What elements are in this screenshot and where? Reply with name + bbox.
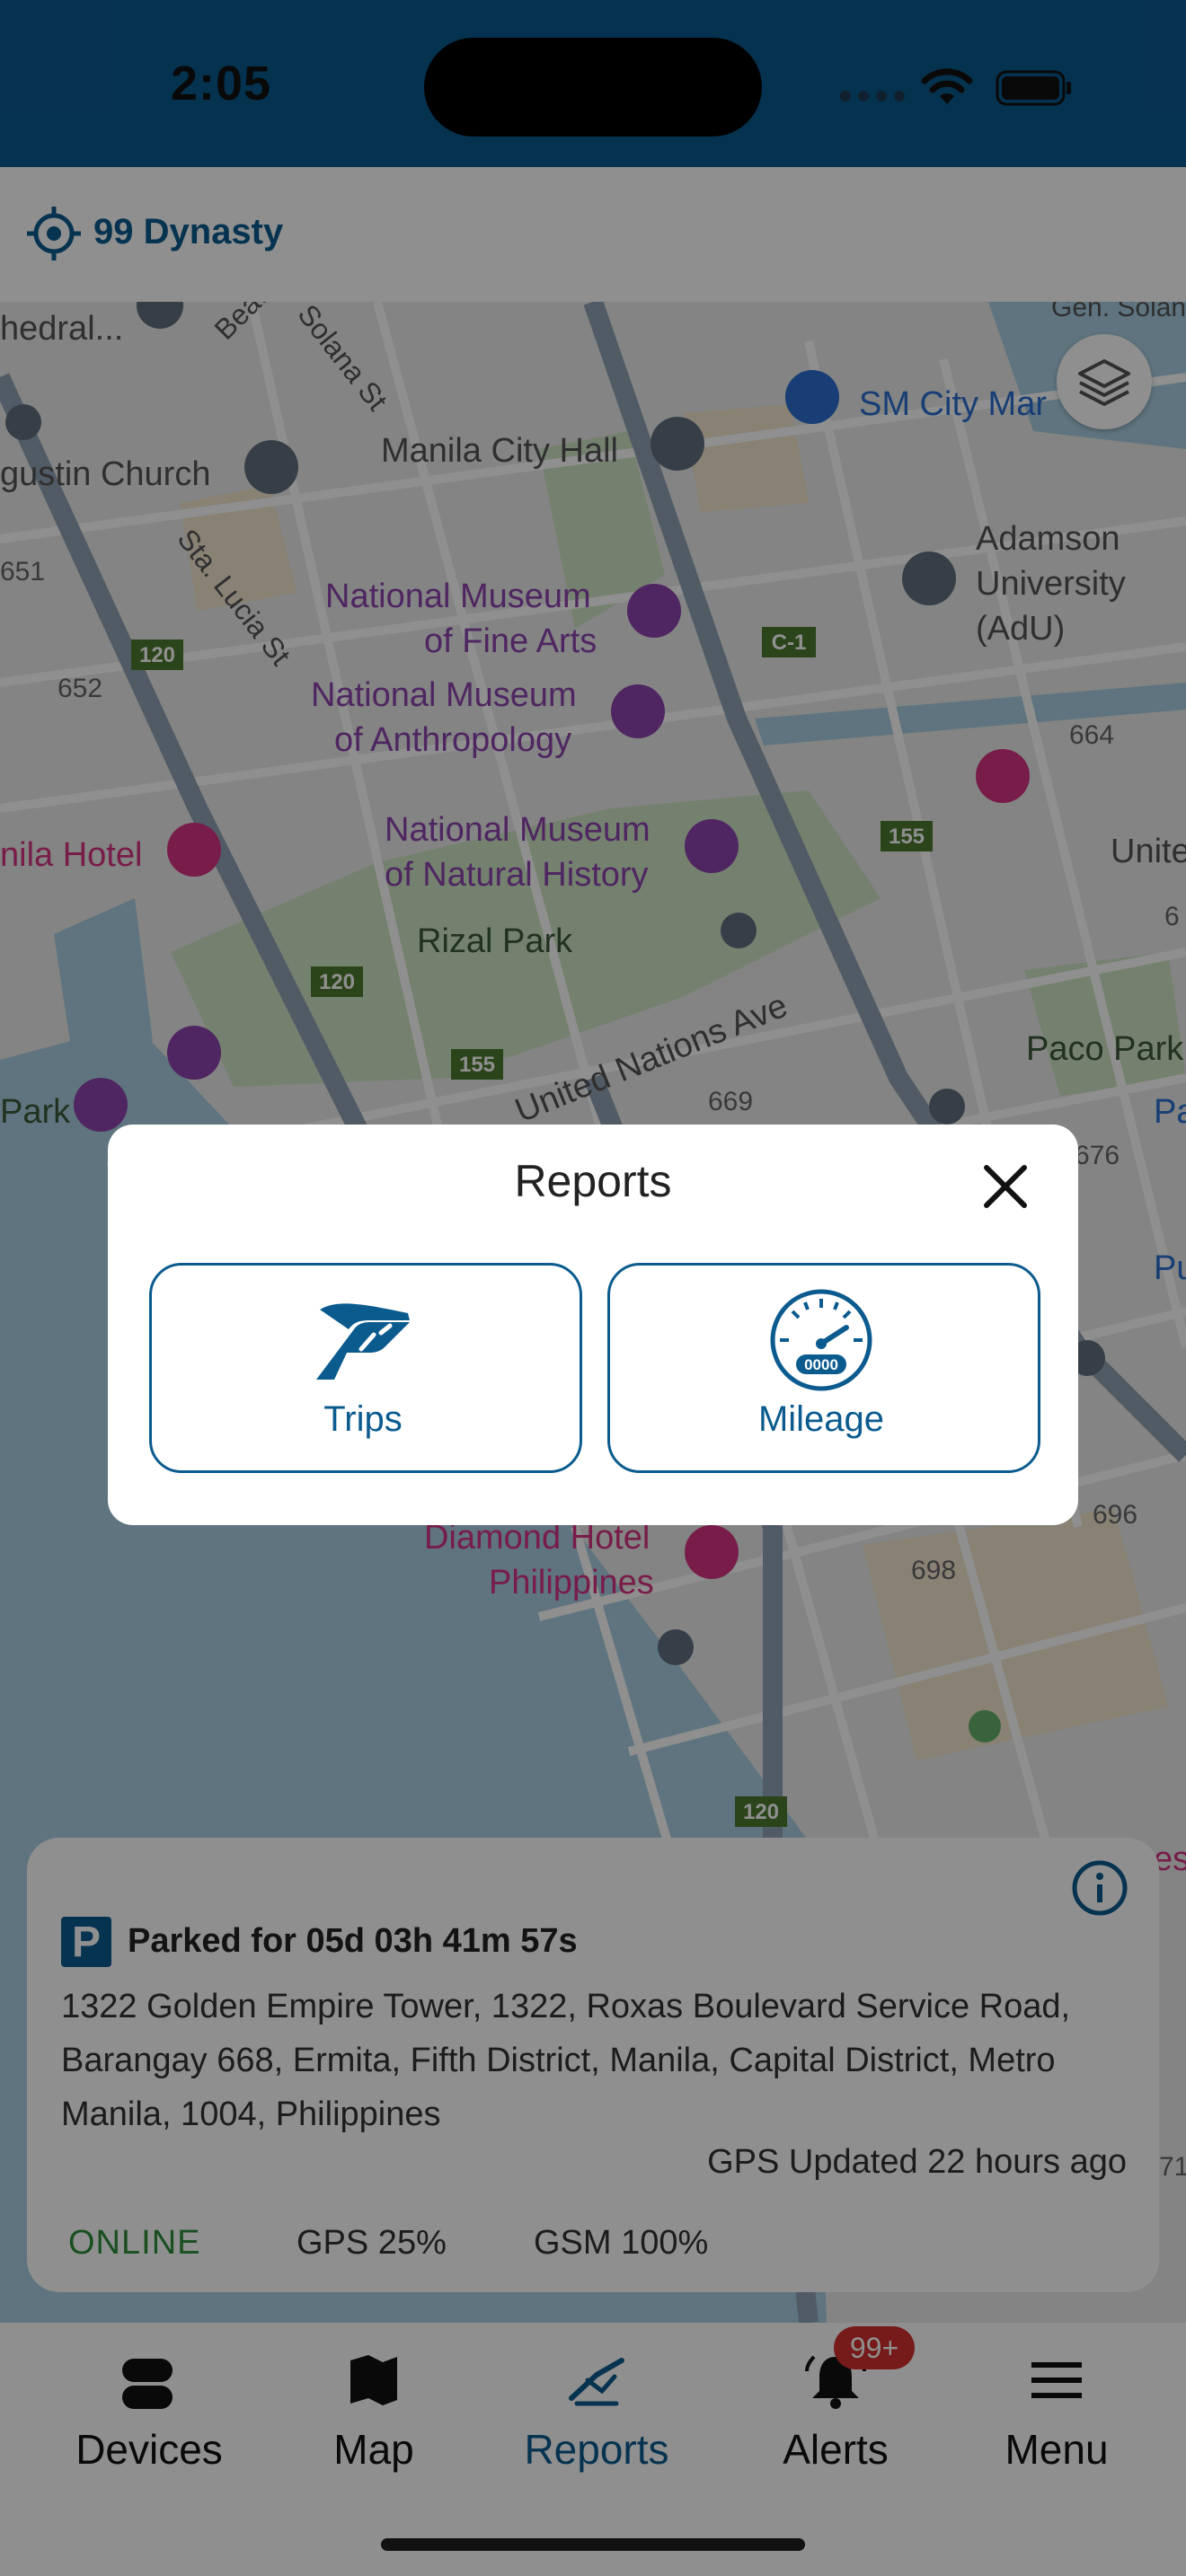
modal-title: Reports: [514, 1156, 672, 1206]
close-icon[interactable]: [979, 1160, 1031, 1213]
speedometer-icon: 0000: [770, 1289, 872, 1391]
trips-label: Trips: [323, 1399, 403, 1439]
odometer-text: 0000: [804, 1356, 838, 1373]
road-icon: [316, 1303, 410, 1380]
home-indicator: [381, 2538, 805, 2551]
mileage-label: Mileage: [757, 1399, 885, 1439]
